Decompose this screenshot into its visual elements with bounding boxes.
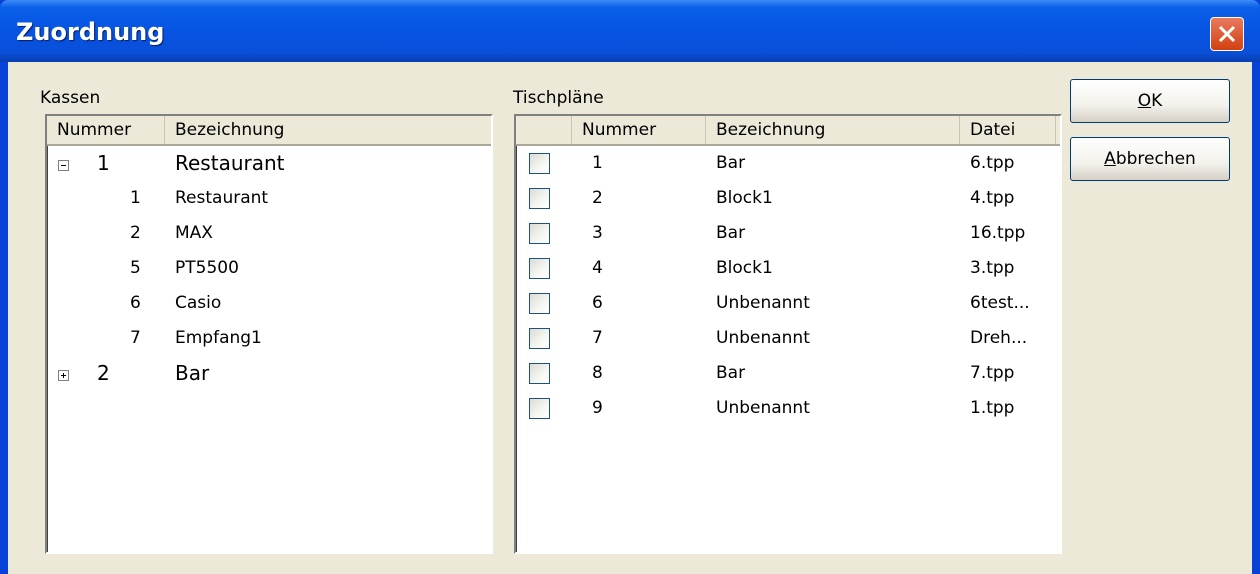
tischplaene-list[interactable]: Nummer Bezeichnung Datei 1 Bar 6.tpp 2 Block…	[514, 114, 1062, 554]
window-title: Zuordnung	[16, 18, 165, 46]
cell-nummer: 8	[592, 363, 603, 383]
cell-bezeichnung: Unbenannt	[716, 398, 810, 418]
cell-datei: Dreh...	[970, 328, 1028, 348]
cell-bezeichnung: Unbenannt	[716, 328, 810, 348]
kassen-group-bezeichnung[interactable]: Restaurant	[175, 151, 285, 175]
kassen-item-nummer[interactable]: 2	[130, 223, 141, 243]
tischplaene-label: Tischpläne	[513, 88, 604, 108]
row-checkbox[interactable]	[529, 328, 550, 349]
row-checkbox[interactable]	[529, 153, 550, 174]
cancel-mnemonic: A	[1104, 149, 1116, 169]
title-bar[interactable]: Zuordnung	[0, 0, 1260, 62]
ok-button[interactable]: OK	[1070, 79, 1230, 123]
kassen-tree-list[interactable]: Nummer Bezeichnung 1 Restaurant 1 Restauran…	[45, 114, 493, 554]
kassen-item-bezeichnung[interactable]: Casio	[175, 293, 221, 313]
cell-datei: 6test...	[970, 293, 1030, 313]
close-icon	[1218, 25, 1236, 43]
kassen-item-bezeichnung[interactable]: PT5500	[175, 258, 239, 278]
cell-nummer: 1	[592, 153, 603, 173]
cell-datei: 1.tpp	[970, 398, 1015, 418]
kassen-item-bezeichnung[interactable]: MAX	[175, 223, 213, 243]
kassen-header: Nummer Bezeichnung	[47, 116, 491, 146]
cell-bezeichnung: Block1	[716, 258, 773, 278]
kassen-group-bezeichnung[interactable]: Bar	[175, 361, 209, 385]
cell-bezeichnung: Block1	[716, 188, 773, 208]
cell-datei: 6.tpp	[970, 153, 1015, 173]
tisch-col-nummer[interactable]: Nummer	[572, 116, 706, 144]
cell-bezeichnung: Bar	[716, 223, 746, 243]
cell-nummer: 7	[592, 328, 603, 348]
row-checkbox[interactable]	[529, 258, 550, 279]
row-checkbox[interactable]	[529, 398, 550, 419]
kassen-col-nummer[interactable]: Nummer	[47, 116, 165, 144]
dialog-client-area: Kassen Nummer Bezeichnung 1 Restaurant 1 Re…	[8, 62, 1252, 574]
kassen-label: Kassen	[40, 88, 101, 108]
ok-label-rest: K	[1151, 91, 1163, 111]
kassen-item-nummer[interactable]: 5	[130, 258, 141, 278]
cell-nummer: 4	[592, 258, 603, 278]
cancel-label-rest: bbrechen	[1115, 149, 1196, 169]
close-button[interactable]	[1210, 17, 1244, 51]
tisch-col-check[interactable]	[516, 116, 572, 144]
row-checkbox[interactable]	[529, 223, 550, 244]
kassen-group-nummer[interactable]: 2	[97, 361, 110, 385]
kassen-item-bezeichnung[interactable]: Restaurant	[175, 188, 268, 208]
cell-nummer: 6	[592, 293, 603, 313]
row-checkbox[interactable]	[529, 188, 550, 209]
row-checkbox[interactable]	[529, 293, 550, 314]
cell-nummer: 9	[592, 398, 603, 418]
cell-bezeichnung: Bar	[716, 153, 746, 173]
cell-nummer: 3	[592, 223, 603, 243]
kassen-item-nummer[interactable]: 6	[130, 293, 141, 313]
minus-box-icon[interactable]	[58, 160, 69, 171]
kassen-group-nummer[interactable]: 1	[97, 151, 110, 175]
cell-nummer: 2	[592, 188, 603, 208]
cancel-button[interactable]: Abbrechen	[1070, 137, 1230, 181]
cell-bezeichnung: Bar	[716, 363, 746, 383]
kassen-item-nummer[interactable]: 7	[130, 328, 141, 348]
kassen-item-bezeichnung[interactable]: Empfang1	[175, 328, 262, 348]
cell-datei: 3.tpp	[970, 258, 1015, 278]
row-checkbox[interactable]	[529, 363, 550, 384]
ok-mnemonic: O	[1137, 91, 1152, 111]
plus-box-icon[interactable]	[58, 370, 69, 381]
tisch-col-datei[interactable]: Datei	[960, 116, 1056, 144]
cell-datei: 4.tpp	[970, 188, 1015, 208]
cell-datei: 7.tpp	[970, 363, 1015, 383]
cell-datei: 16.tpp	[970, 223, 1026, 243]
cell-bezeichnung: Unbenannt	[716, 293, 810, 313]
kassen-col-bezeichnung[interactable]: Bezeichnung	[165, 116, 491, 144]
dialog-window: Zuordnung Kassen Nummer Bezeichnung 1 Res…	[0, 0, 1260, 574]
tischplaene-header: Nummer Bezeichnung Datei	[516, 116, 1060, 146]
kassen-item-nummer[interactable]: 1	[130, 188, 141, 208]
tisch-col-bezeichnung[interactable]: Bezeichnung	[706, 116, 960, 144]
